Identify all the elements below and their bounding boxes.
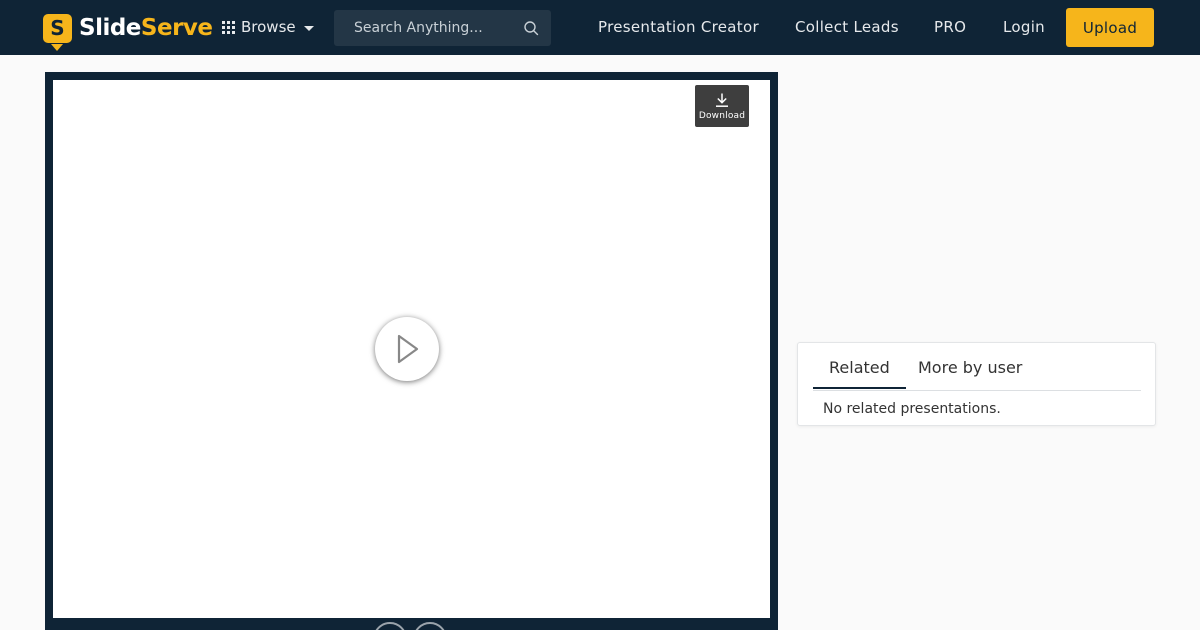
search-input[interactable] bbox=[334, 10, 519, 46]
presentation-viewer: Download bbox=[45, 72, 778, 630]
top-navbar: S SlideServe Browse Presentation Creator… bbox=[0, 0, 1200, 55]
tab-more-by-user[interactable]: More by user bbox=[918, 358, 1022, 377]
nav-pro[interactable]: PRO bbox=[934, 18, 966, 36]
nav-collect-leads[interactable]: Collect Leads bbox=[795, 18, 899, 36]
play-button[interactable] bbox=[375, 317, 439, 381]
search-box bbox=[334, 10, 551, 46]
slide-navigation bbox=[373, 622, 453, 630]
previous-slide-button[interactable] bbox=[373, 622, 407, 630]
search-icon[interactable] bbox=[523, 20, 539, 36]
logo-badge-icon: S bbox=[43, 13, 72, 43]
logo-text-slide: Slide bbox=[79, 15, 141, 41]
next-slide-button[interactable] bbox=[413, 622, 447, 630]
download-icon bbox=[716, 93, 728, 107]
browse-dropdown[interactable]: Browse bbox=[222, 17, 314, 37]
nav-login[interactable]: Login bbox=[1003, 18, 1045, 36]
tab-related[interactable]: Related bbox=[813, 358, 906, 389]
related-presentations-panel: Related More by user No related presenta… bbox=[797, 342, 1156, 426]
download-label: Download bbox=[698, 110, 746, 121]
grid-icon bbox=[222, 20, 235, 34]
slide-canvas[interactable]: Download bbox=[53, 80, 770, 618]
upload-button[interactable]: Upload bbox=[1066, 8, 1154, 47]
related-tabs: Related More by user bbox=[813, 343, 1141, 391]
logo-text: SlideServe bbox=[79, 15, 213, 41]
download-button[interactable]: Download bbox=[695, 85, 749, 127]
chevron-down-icon bbox=[303, 26, 314, 31]
upload-button-label: Upload bbox=[1082, 18, 1138, 37]
play-icon bbox=[397, 334, 419, 364]
no-related-message: No related presentations. bbox=[823, 401, 1001, 417]
nav-presentation-creator[interactable]: Presentation Creator bbox=[598, 18, 759, 36]
slideserve-logo[interactable]: S SlideServe bbox=[43, 9, 213, 47]
logo-text-serve: Serve bbox=[140, 15, 213, 41]
browse-label: Browse bbox=[241, 18, 296, 36]
